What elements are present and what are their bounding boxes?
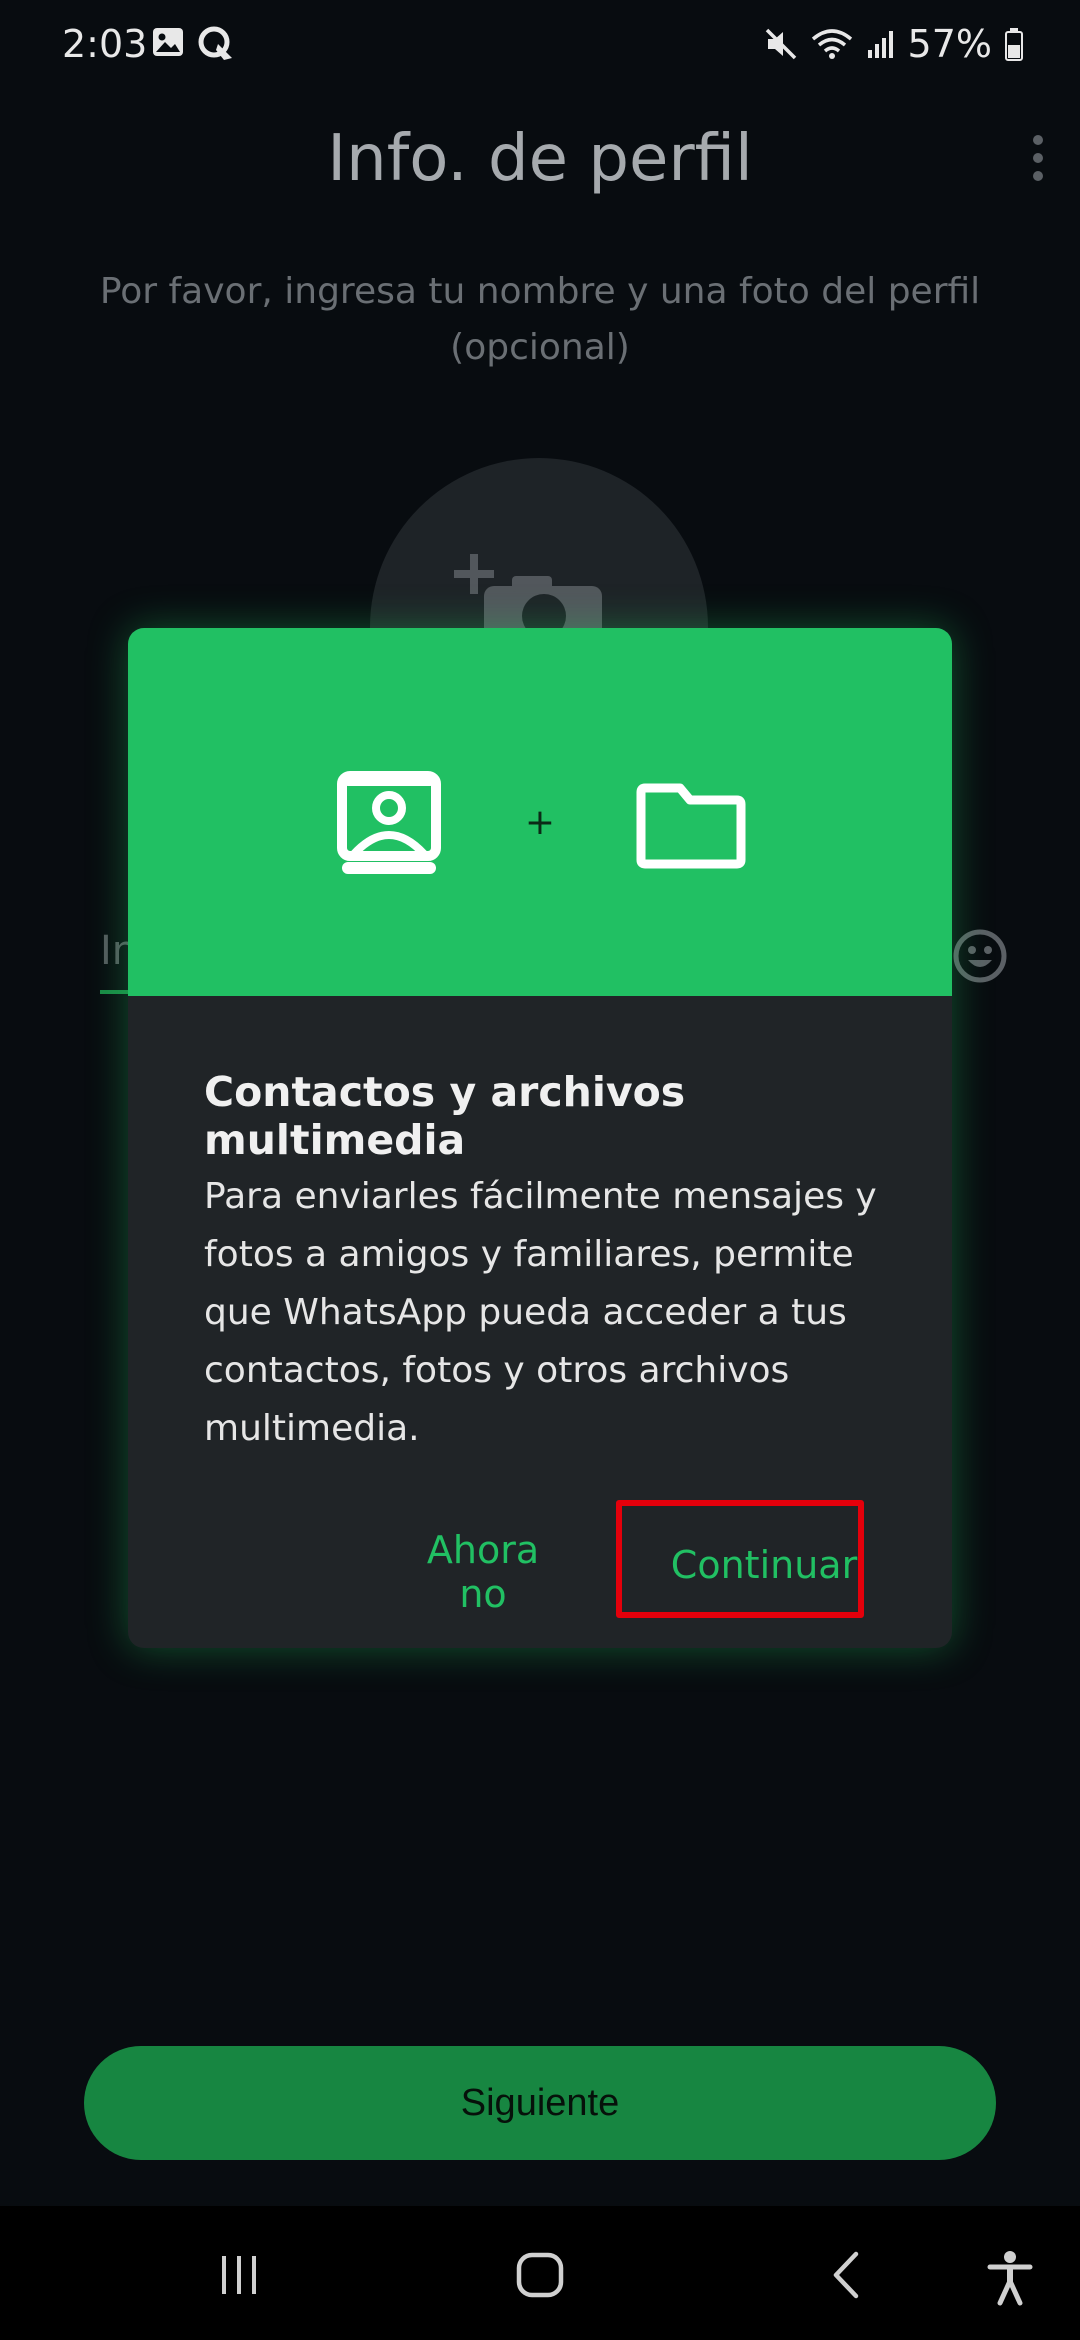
contacts-icon [337,771,441,874]
status-time: 2:03 [62,22,148,66]
screen: 2:03 57% Info. de perfil Por favor, ingr… [0,0,1080,2340]
more-options-icon[interactable] [1026,132,1050,184]
next-button[interactable]: Siguiente [84,2046,996,2160]
page-title: Info. de perfil [327,122,753,196]
name-input[interactable]: In [100,928,130,974]
folder-icon [636,783,746,869]
battery-percent: 57% [907,22,992,66]
battery-icon [1005,28,1023,61]
gallery-icon [153,28,183,56]
mute-icon [765,28,796,60]
signal-icon [867,31,893,58]
status-right: 57% [764,22,1024,66]
not-now-button[interactable]: Ahora no [398,1528,568,1616]
page-subtitle: Por favor, ingresa tu nombre y una foto … [99,271,981,368]
navigation-bar [0,2206,1080,2340]
dialog-header: + [128,628,952,996]
continue-highlight-box [616,1500,864,1618]
permission-dialog: + Contactos y archivos multimedia Para e… [128,628,952,1648]
status-bar: 2:03 57% [0,0,1080,92]
emoji-icon[interactable] [952,928,1008,984]
status-left-icons [150,24,236,62]
sync-icon [198,26,232,60]
dialog-title: Contactos y archivos multimedia [204,1068,686,1164]
add-photo-icon [454,554,602,640]
home-icon[interactable] [514,2250,566,2300]
dialog-header-illustration: + [337,771,746,874]
name-input-underline [100,990,130,994]
accessibility-icon[interactable] [986,2250,1034,2306]
wifi-icon [811,29,852,59]
back-icon[interactable] [826,2250,866,2300]
dialog-plus-sign: + [525,802,555,843]
recent-apps-icon[interactable] [214,2250,264,2300]
dialog-body: Para enviarles fácilmente mensajes y fot… [204,1176,877,1449]
